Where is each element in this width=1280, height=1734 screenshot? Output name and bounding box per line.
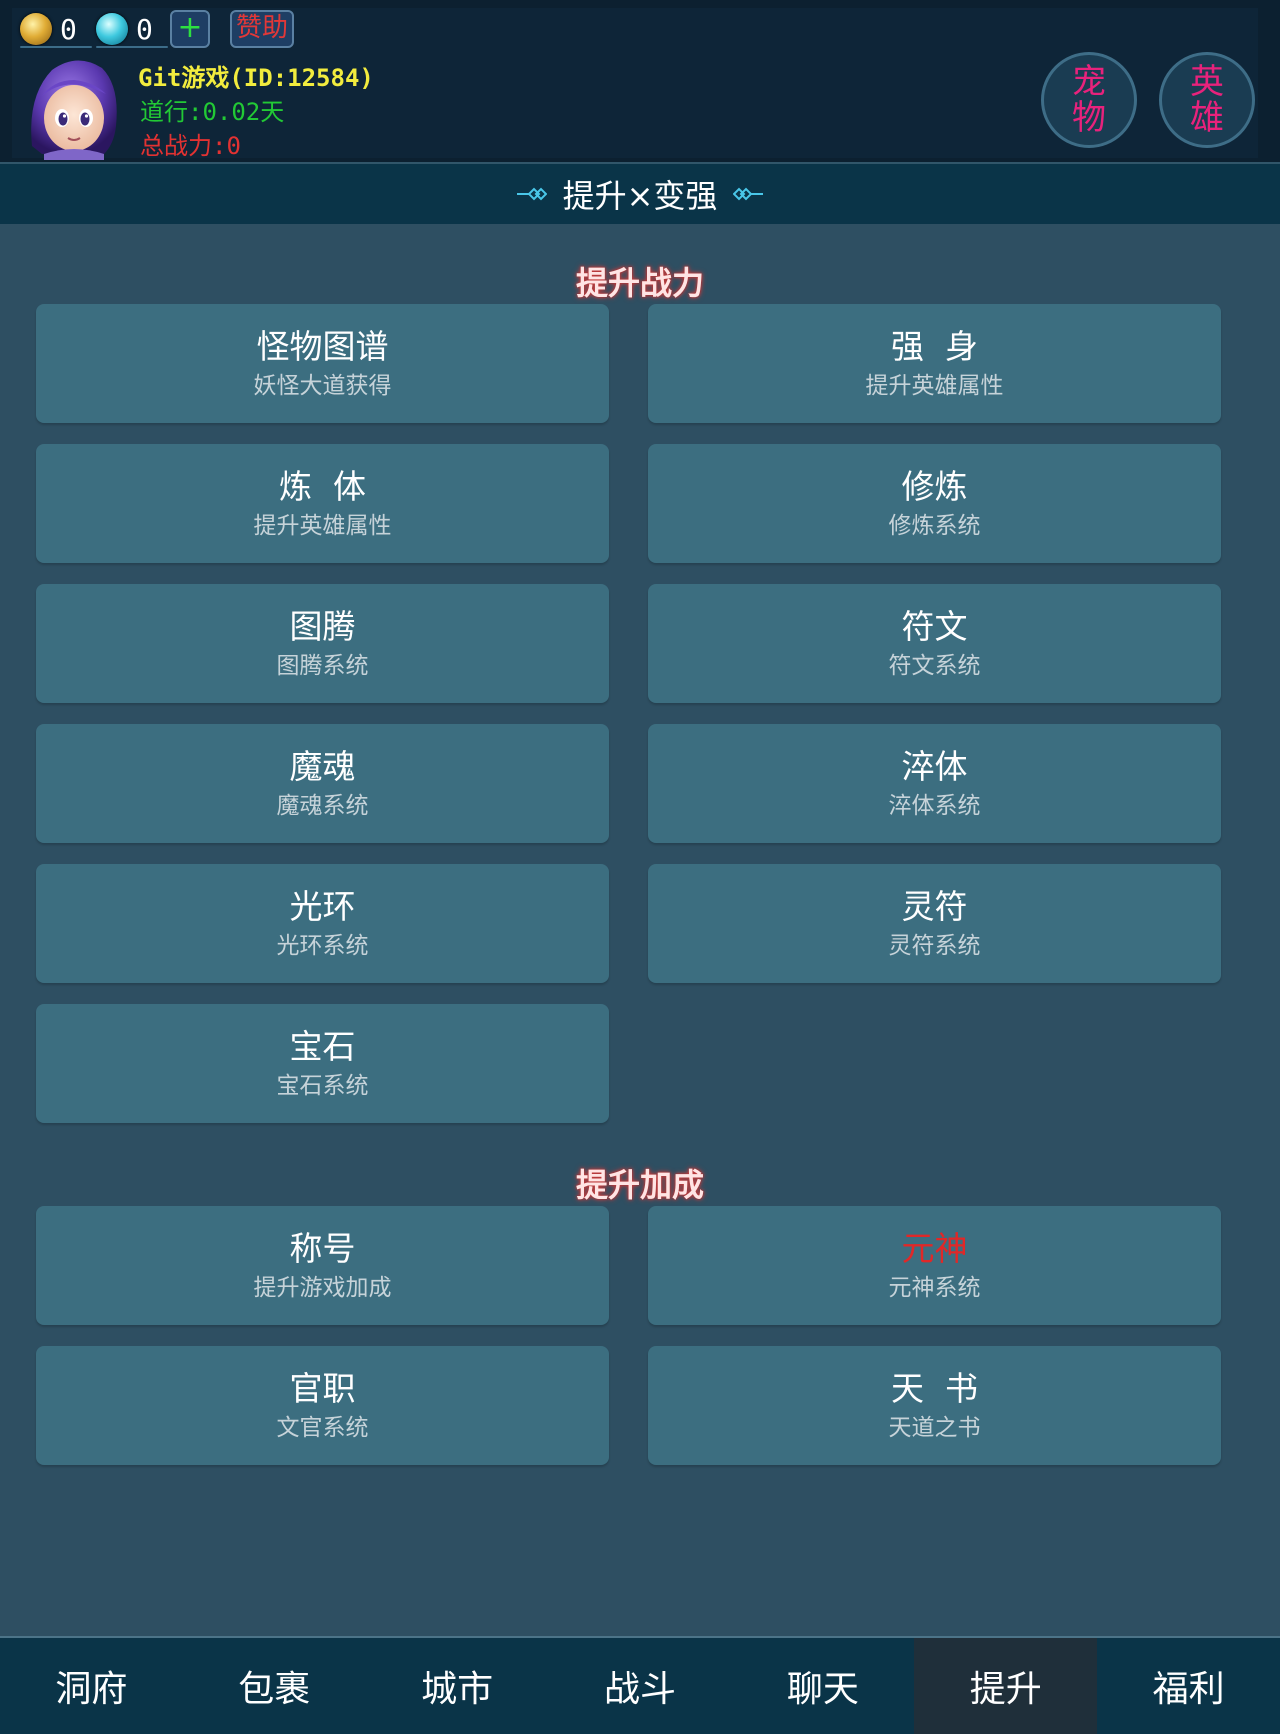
- card-subtitle: 灵符系统: [888, 932, 981, 959]
- card-subtitle: 光环系统: [276, 932, 369, 959]
- add-currency-button[interactable]: +: [170, 10, 210, 48]
- card-subtitle: 宝石系统: [276, 1072, 369, 1099]
- card-subtitle: 淬体系统: [888, 792, 981, 819]
- power-upgrade-grid: 怪物图谱 妖怪大道获得 强 身 提升英雄属性 炼 体 提升英雄属性 修炼 修炼系…: [36, 304, 1222, 1123]
- gold-underline: [20, 46, 92, 48]
- card-title: 怪物图谱: [256, 326, 389, 366]
- card-cultivation[interactable]: 修炼 修炼系统: [648, 444, 1221, 563]
- card-subtitle: 提升游戏加成: [253, 1274, 392, 1301]
- card-subtitle: 修炼系统: [888, 512, 981, 539]
- card-monster-atlas[interactable]: 怪物图谱 妖怪大道获得: [36, 304, 609, 423]
- bottom-nav: 洞府 包裹 城市 战斗 聊天 提升 福利: [0, 1636, 1280, 1734]
- jade-amount: 0: [136, 12, 153, 46]
- card-title: 元神: [901, 1228, 968, 1268]
- card-title: 强 身: [891, 326, 978, 366]
- card-subtitle: 提升英雄属性: [253, 512, 392, 539]
- jade-underline: [96, 46, 168, 48]
- card-strengthen-body[interactable]: 强 身 提升英雄属性: [648, 304, 1221, 423]
- card-heavenly-book[interactable]: 天 书 天道之书: [648, 1346, 1221, 1465]
- card-title: 天 书: [891, 1368, 978, 1408]
- card-subtitle: 文官系统: [276, 1414, 369, 1441]
- card-title: 灵符: [901, 886, 968, 926]
- nav-tab-chat[interactable]: 聊天: [731, 1638, 914, 1734]
- card-title: 炼 体: [279, 466, 366, 506]
- card-totem[interactable]: 图腾 图腾系统: [36, 584, 609, 703]
- player-total-power: 总战力:0: [140, 132, 241, 160]
- pet-button[interactable]: 宠 物: [1041, 52, 1137, 148]
- card-aura[interactable]: 光环 光环系统: [36, 864, 609, 983]
- card-title: 称号: [289, 1228, 356, 1268]
- bonus-upgrade-grid: 称号 提升游戏加成 元神 元神系统 官职 文官系统 天 书 天道之书: [36, 1206, 1222, 1465]
- pet-label-1: 宠: [1072, 62, 1106, 102]
- section-title-bonus: 提升加成: [575, 1166, 704, 1204]
- pet-label-2: 物: [1072, 98, 1106, 138]
- nav-tab-bag[interactable]: 包裹: [183, 1638, 366, 1734]
- section-title-power: 提升战力: [575, 264, 704, 302]
- card-subtitle: 图腾系统: [276, 652, 369, 679]
- gold-currency: 0: [20, 10, 92, 48]
- card-gem[interactable]: 宝石 宝石系统: [36, 1004, 609, 1123]
- card-spirit-talisman[interactable]: 灵符 灵符系统: [648, 864, 1221, 983]
- card-primordial-spirit[interactable]: 元神 元神系统: [648, 1206, 1221, 1325]
- jade-currency: 0: [96, 10, 168, 48]
- hero-label-1: 英: [1190, 62, 1224, 102]
- card-rune[interactable]: 符文 符文系统: [648, 584, 1221, 703]
- nav-tab-cave[interactable]: 洞府: [0, 1638, 183, 1734]
- sponsor-button[interactable]: 赞助: [230, 10, 294, 48]
- card-temper-body[interactable]: 淬体 淬体系统: [648, 724, 1221, 843]
- card-refine-body[interactable]: 炼 体 提升英雄属性: [36, 444, 609, 563]
- card-subtitle: 天道之书: [888, 1414, 981, 1441]
- card-subtitle: 妖怪大道获得: [253, 372, 392, 399]
- card-subtitle: 元神系统: [888, 1274, 981, 1301]
- top-header: 0 0 + 赞助 Git游戏(ID:12584) 道行:0.02天 总战力:0 …: [0, 0, 1280, 164]
- card-title: 修炼: [901, 466, 968, 506]
- card-title: 魔魂: [289, 746, 356, 786]
- player-name: Git游戏(ID:12584): [138, 64, 374, 92]
- nav-tab-welfare[interactable]: 福利: [1097, 1638, 1280, 1734]
- title-right-ornament-icon: [733, 187, 764, 201]
- card-title: 官职: [289, 1368, 356, 1408]
- nav-tab-battle[interactable]: 战斗: [549, 1638, 732, 1734]
- nav-tab-city[interactable]: 城市: [366, 1638, 549, 1734]
- title-strip: 提升×变强: [0, 164, 1280, 224]
- card-title-rank[interactable]: 称号 提升游戏加成: [36, 1206, 609, 1325]
- card-title: 图腾: [289, 606, 356, 646]
- card-subtitle: 魔魂系统: [276, 792, 369, 819]
- hero-label-2: 雄: [1190, 98, 1224, 138]
- hero-button[interactable]: 英 雄: [1159, 52, 1255, 148]
- card-subtitle: 符文系统: [888, 652, 981, 679]
- card-title: 光环: [289, 886, 356, 926]
- gold-coin-icon: [20, 13, 52, 45]
- player-dao: 道行:0.02天: [140, 98, 285, 126]
- card-subtitle: 提升英雄属性: [865, 372, 1004, 399]
- jade-orb-icon: [96, 13, 128, 45]
- card-title: 符文: [901, 606, 968, 646]
- title-left-ornament-icon: [516, 187, 547, 201]
- gold-amount: 0: [60, 12, 77, 46]
- card-title: 淬体: [901, 746, 968, 786]
- card-official-post[interactable]: 官职 文官系统: [36, 1346, 609, 1465]
- card-demon-soul[interactable]: 魔魂 魔魂系统: [36, 724, 609, 843]
- nav-tab-upgrade[interactable]: 提升: [914, 1638, 1098, 1734]
- player-avatar[interactable]: [22, 56, 122, 160]
- page-title: 提升×变强: [562, 177, 718, 215]
- card-title: 宝石: [289, 1026, 356, 1066]
